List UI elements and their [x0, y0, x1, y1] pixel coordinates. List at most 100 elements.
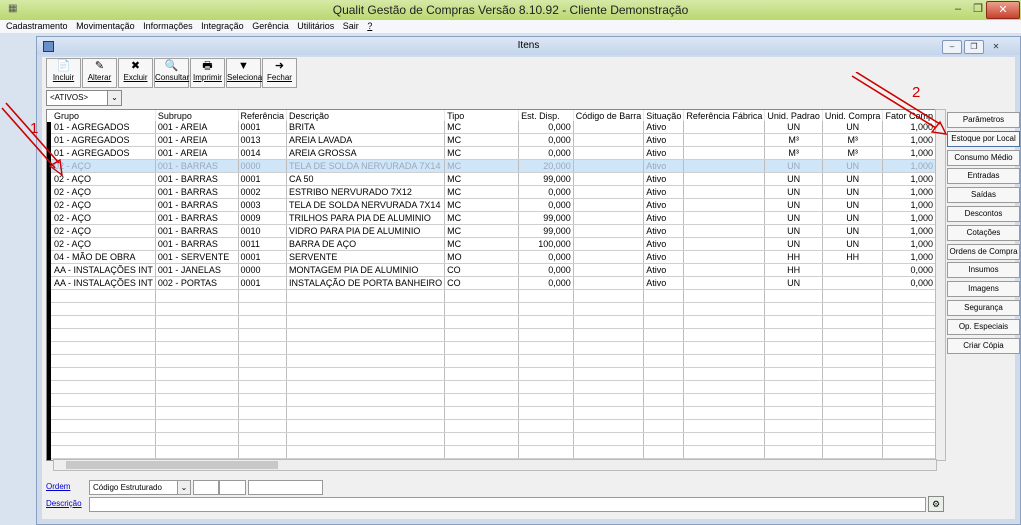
side-button-op-especiais[interactable]: Op. Especiais	[947, 318, 1020, 335]
side-button-ordens-de-compra[interactable]: Ordens de Compra	[947, 243, 1020, 260]
table-row[interactable]: 01 - AGREGADOS 001 - AREIA 0014 AREIA GROSS…	[47, 146, 936, 160]
table-cell: 0,000	[882, 276, 936, 290]
column-header[interactable]: Tipo	[444, 110, 520, 121]
column-header[interactable]: Subrupo	[155, 110, 239, 121]
side-button-sa-das[interactable]: Saídas	[947, 187, 1020, 204]
column-header[interactable]: Descrição	[286, 110, 446, 121]
column-header[interactable]: Código de Barra	[573, 110, 645, 121]
table-row[interactable]: 02 - AÇO 001 - BARRAS 0001 CA 50 MC 99,000 Ati…	[47, 172, 936, 186]
table-row[interactable]: 02 - AÇO 001 - BARRAS 0003 TELA DE SOLDA NE…	[47, 198, 936, 212]
search-go-icon[interactable]: ⚙	[928, 496, 944, 512]
side-button-cota-es[interactable]: Cotações	[947, 224, 1020, 241]
menu-sair[interactable]: Sair	[343, 21, 359, 31]
itens-window-titlebar: Itens – ❐ ✕	[37, 37, 1020, 55]
scroll-thumb[interactable]	[66, 461, 278, 469]
table-cell: 001 - JANELAS	[155, 263, 239, 277]
excluir-button[interactable]: ✖ Excluir	[118, 58, 153, 88]
empty-cell	[822, 328, 884, 342]
empty-cell	[764, 341, 823, 355]
menu-gerencia[interactable]: Gerência	[252, 21, 289, 31]
side-button-insumos[interactable]: Insumos	[947, 262, 1020, 279]
empty-cell	[238, 341, 288, 355]
table-cell: 0,000	[882, 263, 936, 277]
empty-cell	[643, 354, 685, 368]
ordem-extra-field-1[interactable]	[193, 480, 219, 495]
annotation-arrow-1	[1, 102, 63, 177]
child-restore-button[interactable]: ❐	[964, 40, 984, 54]
table-cell: HH	[764, 263, 823, 277]
table-row[interactable]: 02 - AÇO 001 - BARRAS 0011 BARRA DE AÇO MC 10…	[47, 237, 936, 251]
side-button-seguran-a[interactable]: Segurança	[947, 300, 1020, 316]
empty-cell	[47, 289, 156, 303]
chevron-down-icon[interactable]: ⌄	[107, 91, 121, 105]
empty-cell	[573, 367, 645, 381]
column-header[interactable]: Referência Fábrica	[683, 110, 766, 121]
side-button-criar-c-pia[interactable]: Criar Cópia	[947, 337, 1020, 354]
table-cell: 001 - BARRAS	[155, 211, 239, 225]
menu-movimentacao[interactable]: Movimentação	[76, 21, 135, 31]
table-cell: 0003	[238, 198, 288, 212]
empty-cell	[643, 406, 685, 420]
table-cell: 0009	[238, 211, 288, 225]
table-row[interactable]: AA - INSTALAÇÕES INT 002 - PORTAS 0001 INST…	[47, 276, 936, 290]
empty-cell	[238, 445, 288, 459]
menu-informacoes[interactable]: Informações	[143, 21, 193, 31]
side-button-imagens[interactable]: Imagens	[947, 281, 1020, 298]
fechar-button[interactable]: ➜ Fechar	[262, 58, 297, 88]
menu-help[interactable]: ?	[367, 21, 372, 31]
table-row[interactable]: 01 - AGREGADOS 001 - AREIA 0013 AREIA LAVAD…	[47, 133, 936, 147]
incluir-button[interactable]: 📄 Incluir	[46, 58, 81, 88]
vertical-scrollbar[interactable]	[935, 109, 946, 461]
consultar-button[interactable]: 🔍 Consultar	[154, 58, 189, 88]
table-row[interactable]: AA - INSTALAÇÕES INT 001 - JANELAS 0000 MON…	[47, 263, 936, 277]
menu-utilitarios[interactable]: Utilitários	[297, 21, 334, 31]
seleciona-button[interactable]: ▼ Seleciona	[226, 58, 262, 88]
table-cell: AREIA GROSSA	[286, 146, 446, 160]
empty-cell	[643, 380, 685, 394]
items-grid[interactable]: Grupo Subrupo Referência Descrição Tipo Est. …	[46, 109, 937, 461]
side-button-descontos[interactable]: Descontos	[947, 206, 1020, 222]
table-cell: CA 50	[286, 172, 446, 186]
imprimir-button[interactable]: 🖶 Imprimir	[190, 58, 225, 88]
column-header[interactable]: Est. Disp.	[518, 110, 574, 121]
empty-cell	[764, 445, 823, 459]
minimize-button[interactable]: –	[948, 1, 968, 17]
side-button-estoque-por-local[interactable]: Estoque por Local	[947, 130, 1020, 147]
horizontal-scrollbar[interactable]	[53, 459, 937, 471]
alterar-button[interactable]: ✎ Alterar	[82, 58, 117, 88]
table-row[interactable]: 02 - AÇO 001 - BARRAS 0000 TELA DE SOLDA NE…	[47, 159, 936, 173]
side-button-consumo-m-dio[interactable]: Consumo Médio	[947, 149, 1020, 166]
chevron-down-icon[interactable]: ⌄	[177, 481, 190, 494]
column-header[interactable]: Situação	[643, 110, 685, 121]
empty-cell	[822, 445, 884, 459]
empty-cell	[238, 380, 288, 394]
table-row[interactable]: 02 - AÇO 001 - BARRAS 0009 TRILHOS PARA PIA…	[47, 211, 936, 225]
table-row[interactable]: 02 - AÇO 001 - BARRAS 0002 ESTRIBO NERVURAD…	[47, 185, 936, 199]
table-cell	[683, 146, 766, 160]
empty-cell	[518, 341, 574, 355]
close-button[interactable]: ✕	[986, 1, 1020, 19]
table-cell: 001 - BARRAS	[155, 237, 239, 251]
table-row[interactable]: 01 - AGREGADOS 001 - AREIA 0001 BRITA MC 0,00…	[47, 121, 936, 134]
menu-integracao[interactable]: Integração	[201, 21, 244, 31]
empty-cell	[643, 419, 685, 433]
descricao-input[interactable]	[89, 497, 926, 512]
side-button-par-metros[interactable]: Parâmetros	[947, 112, 1020, 128]
ordem-extra-field-3[interactable]	[248, 480, 323, 495]
column-header[interactable]: Referência	[238, 110, 288, 121]
ordem-select[interactable]: Código Estruturado ⌄	[89, 480, 191, 495]
menu-cadastramento[interactable]: Cadastramento	[6, 21, 68, 31]
table-cell: UN	[764, 211, 823, 225]
table-cell: MC	[444, 211, 520, 225]
restore-button[interactable]: ❐	[968, 1, 988, 17]
child-close-button[interactable]: ✕	[986, 40, 1006, 54]
side-button-entradas[interactable]: Entradas	[947, 168, 1020, 185]
empty-cell	[643, 432, 685, 446]
table-cell	[573, 185, 645, 199]
table-cell	[683, 198, 766, 212]
table-row[interactable]: 02 - AÇO 001 - BARRAS 0010 VIDRO PARA PIA D…	[47, 224, 936, 238]
column-header[interactable]: Unid. Padrao	[764, 110, 823, 121]
ordem-extra-field-2[interactable]	[219, 480, 246, 495]
table-row[interactable]: 04 - MÃO DE OBRA 001 - SERVENTE 0001 SERVEN…	[47, 250, 936, 264]
child-minimize-button[interactable]: –	[942, 40, 962, 54]
